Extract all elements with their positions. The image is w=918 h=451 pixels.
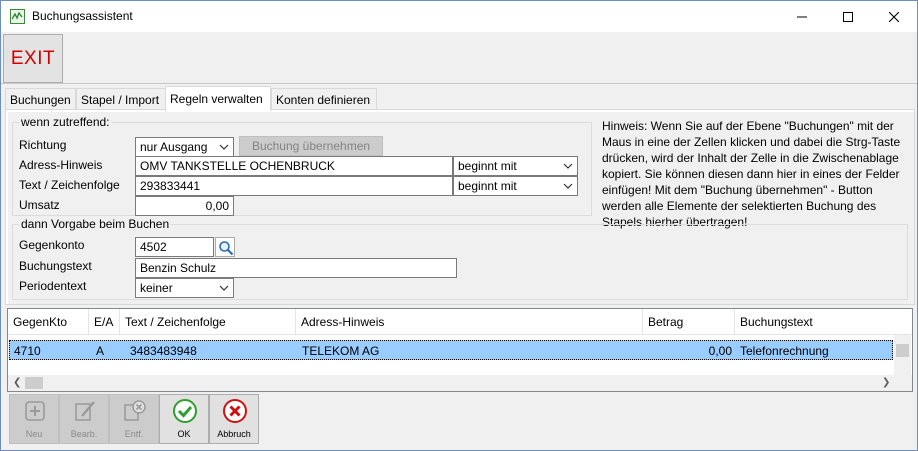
cancel-icon xyxy=(223,399,247,423)
entf-button[interactable]: Entf. xyxy=(109,394,159,444)
abbruch-button[interactable]: Abbruch xyxy=(209,394,259,444)
chevron-down-icon xyxy=(219,285,229,291)
periodentext-select[interactable]: keiner xyxy=(135,278,234,298)
app-icon xyxy=(10,9,25,24)
column-header-buchungstext[interactable]: Buchungstext xyxy=(735,309,893,335)
tab-buchungen[interactable]: Buchungen xyxy=(5,88,76,110)
umsatz-label: Umsatz xyxy=(19,198,60,212)
periodentext-value: keiner xyxy=(140,281,173,295)
column-header-adresse[interactable]: Adress-Hinweis xyxy=(296,309,643,335)
text-match-select[interactable]: beginnt mit xyxy=(453,176,578,196)
ok-label: OK xyxy=(177,429,191,439)
close-button[interactable] xyxy=(871,1,917,32)
buchungstext-label: Buchungstext xyxy=(19,259,92,273)
adress-hinweis-label: Adress-Hinweis xyxy=(19,158,103,172)
chevron-down-icon xyxy=(563,163,573,169)
abbruch-label: Abbruch xyxy=(217,429,251,439)
hint-text: Hinweis: Wenn Sie auf der Ebene "Buchung… xyxy=(602,119,901,229)
table-row[interactable]: 4710 A 3483483948 TELEKOM AG 0,00 Telefo… xyxy=(9,340,893,360)
cell-text: 3483483948 xyxy=(130,344,197,358)
condition-legend: wenn zutreffend: xyxy=(19,115,112,129)
column-header-gegenkto[interactable]: GegenKto xyxy=(8,309,89,335)
horizontal-scroll-thumb[interactable] xyxy=(25,377,43,389)
chevron-down-icon xyxy=(219,144,229,150)
scroll-left-icon[interactable]: ❮ xyxy=(13,377,21,388)
entf-label: Entf. xyxy=(124,429,144,439)
exit-button[interactable]: EXIT xyxy=(3,34,63,83)
richtung-select[interactable]: nur Ausgang xyxy=(135,137,234,157)
column-header-ea[interactable]: E/A xyxy=(89,309,120,335)
grid-header: GegenKto E/A Text / Zeichenfolge Adress-… xyxy=(8,309,912,335)
condition-group: wenn zutreffend: Richtung nur Ausgang Bu… xyxy=(12,115,592,216)
buchungstext-input[interactable]: Benzin Schulz xyxy=(135,258,457,278)
toolbar: EXIT xyxy=(1,32,917,84)
column-header-betrag[interactable]: Betrag xyxy=(643,309,735,335)
cell-buchungstext: Telefonrechnung xyxy=(740,344,829,358)
neu-label: Neu xyxy=(25,429,43,439)
cell-adresse: TELEKOM AG xyxy=(302,344,380,358)
vertical-scroll-thumb[interactable] xyxy=(896,344,909,357)
tab-panel-regeln: wenn zutreffend: Richtung nur Ausgang Bu… xyxy=(5,109,915,305)
cell-betrag: 0,00 xyxy=(708,344,732,358)
cell-ea: A xyxy=(96,344,105,358)
adress-match-value: beginnt mit xyxy=(458,159,517,173)
tab-stapel-import[interactable]: Stapel / Import xyxy=(76,88,166,110)
richtung-label: Richtung xyxy=(19,138,67,152)
column-header-text[interactable]: Text / Zeichenfolge xyxy=(120,309,296,335)
search-icon xyxy=(219,241,234,256)
edit-icon xyxy=(75,401,95,421)
richtung-value: nur Ausgang xyxy=(140,140,208,154)
maximize-icon xyxy=(843,11,853,22)
window-title: Buchungsassistent xyxy=(32,9,133,23)
close-icon xyxy=(889,11,899,22)
bearb-button[interactable]: Bearb. xyxy=(59,394,109,444)
preset-legend: dann Vorgabe beim Buchen xyxy=(19,217,172,231)
chevron-down-icon xyxy=(563,183,573,189)
ok-button[interactable]: OK xyxy=(159,394,209,444)
gegenkonto-input[interactable]: 4502 xyxy=(135,237,214,257)
rule-editor: wenn zutreffend: Richtung nur Ausgang Bu… xyxy=(8,112,914,304)
adress-match-select[interactable]: beginnt mit xyxy=(453,156,578,176)
umsatz-input[interactable]: 0,00 xyxy=(135,196,234,216)
title-bar[interactable]: Buchungsassistent xyxy=(1,1,917,32)
neu-button[interactable]: Neu xyxy=(9,394,59,444)
tab-konten-definieren[interactable]: Konten definieren xyxy=(271,88,377,110)
text-zeichenfolge-input[interactable]: 293833441 xyxy=(135,176,453,196)
horizontal-scrollbar[interactable] xyxy=(8,375,912,391)
buchung-uebernehmen-button[interactable]: Buchung übernehmen xyxy=(239,136,383,156)
text-zeichenfolge-label: Text / Zeichenfolge xyxy=(19,178,120,192)
gegenkonto-label: Gegenkonto xyxy=(19,238,85,252)
maximize-button[interactable] xyxy=(825,1,871,32)
gegenkonto-search-button[interactable] xyxy=(215,237,235,257)
bearb-label: Bearb. xyxy=(70,429,98,439)
text-match-value: beginnt mit xyxy=(458,179,517,193)
main-window: Buchungsassistent EXIT Buchungen Stapel … xyxy=(0,0,918,451)
adress-hinweis-input[interactable]: OMV TANKSTELLE OCHENBRUCK xyxy=(135,156,453,176)
rules-grid[interactable]: GegenKto E/A Text / Zeichenfolge Adress-… xyxy=(7,308,913,392)
minimize-icon xyxy=(797,16,807,17)
delete-icon xyxy=(124,400,146,421)
scroll-right-icon[interactable]: ❯ xyxy=(882,377,890,388)
tab-regeln-verwalten[interactable]: Regeln verwalten xyxy=(165,86,271,111)
minimize-button[interactable] xyxy=(779,1,825,32)
preset-group: dann Vorgabe beim Buchen Gegenkonto 4502… xyxy=(12,217,908,300)
checkmark-icon xyxy=(173,399,197,423)
add-icon xyxy=(25,401,45,421)
cell-gegenkto: 4710 xyxy=(14,344,41,358)
periodentext-label: Periodentext xyxy=(19,279,87,293)
